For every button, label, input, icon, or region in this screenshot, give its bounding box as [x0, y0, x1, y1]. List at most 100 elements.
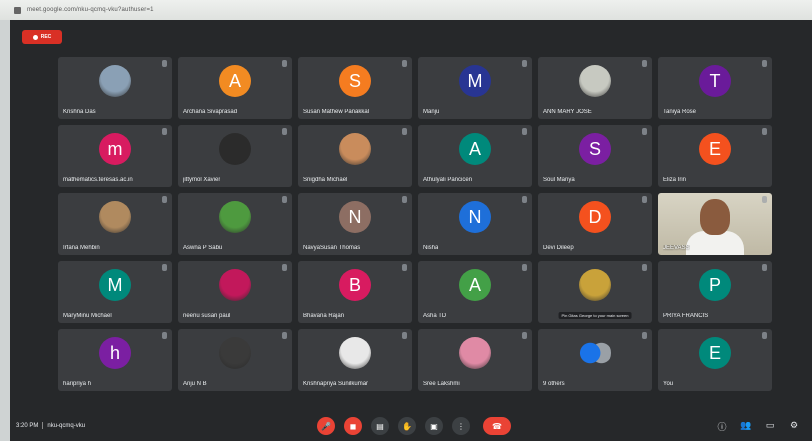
participant-tile[interactable]: 9 others: [538, 329, 652, 391]
participant-name: neenu susan paul: [183, 313, 231, 319]
avatar-photo: [339, 337, 371, 369]
participant-tile[interactable]: E You: [658, 329, 772, 391]
participant-name: Krishna Das: [63, 109, 96, 115]
mic-muted-icon: [402, 60, 407, 67]
participant-tile[interactable]: D Devi Dileep: [538, 193, 652, 255]
participant-tile[interactable]: P PRIYA FRANCIS: [658, 261, 772, 323]
participant-name: Athulyali Pancicen: [423, 177, 473, 183]
participant-name: Snigdha Michael: [303, 177, 348, 183]
participant-tile[interactable]: Irfana Mehbin: [58, 193, 172, 255]
participant-name: Krishnapriya Sunilkumar: [303, 381, 369, 387]
avatar-initial: A: [219, 65, 251, 97]
participant-tile[interactable]: A Archana Sivaprasad: [178, 57, 292, 119]
participant-tile[interactable]: S Susan Mathew Panakkal: [298, 57, 412, 119]
participant-name: 9 others: [543, 381, 565, 387]
participant-name: Eliza Irin: [663, 177, 687, 183]
participant-name: haripriya h: [63, 381, 92, 387]
bottom-toolbar: 3:20 PM nku-qcmq-vku 🎤 ◼ ▤ ✋ ▣ ⋮ ☎ ⓘ 👥 ▭ ⚙: [10, 411, 812, 441]
avatar-initial: m: [99, 133, 131, 165]
participant-name: jittymol Xavier: [183, 177, 221, 183]
mic-muted-icon: [522, 128, 527, 135]
mic-muted-icon: [762, 60, 767, 67]
participant-tile[interactable]: A Athulyali Pancicen: [418, 125, 532, 187]
activities-icon[interactable]: ⚙: [788, 420, 800, 432]
mic-muted-icon: [402, 332, 407, 339]
present-button[interactable]: ▣: [425, 417, 443, 435]
participant-tile[interactable]: m mathematics.teresas.ac.in: [58, 125, 172, 187]
participant-tile[interactable]: E Eliza Irin: [658, 125, 772, 187]
participant-tile[interactable]: M Manju: [418, 57, 532, 119]
mic-muted-icon: [762, 128, 767, 135]
participant-tile[interactable]: B Bhavana Rajan: [298, 261, 412, 323]
mic-muted-icon: [762, 196, 767, 203]
hangup-button[interactable]: ☎: [483, 417, 511, 435]
avatar-photo: [579, 65, 611, 97]
avatar-initial: A: [459, 133, 491, 165]
participant-name: JEEVASS: [663, 245, 690, 251]
mic-muted-icon: [522, 60, 527, 67]
avatar-initial: P: [699, 269, 731, 301]
captions-button[interactable]: ▤: [371, 417, 389, 435]
participant-tile[interactable]: ANN MARY JOSE: [538, 57, 652, 119]
mic-muted-icon: [522, 264, 527, 271]
pin-tooltip: Pin Gitas George to your main screen: [558, 312, 632, 319]
participant-name: Asha TD: [423, 313, 447, 319]
mic-muted-icon: [282, 264, 287, 271]
meeting-details[interactable]: 3:20 PM nku-qcmq-vku: [16, 422, 85, 429]
participant-tile[interactable]: Pin Gitas George to your main screen: [538, 261, 652, 323]
mic-muted-icon: [642, 60, 647, 67]
recording-badge: REC: [22, 30, 62, 44]
avatar-photo: [579, 269, 611, 301]
participant-name: Nisha: [423, 245, 439, 251]
chat-icon[interactable]: ▭: [764, 420, 776, 432]
avatar-photo: [219, 201, 251, 233]
participant-tile[interactable]: Sree Lakshmi: [418, 329, 532, 391]
avatar-initial: N: [459, 201, 491, 233]
participant-name: You: [663, 381, 674, 387]
people-icon[interactable]: 👥: [740, 420, 752, 432]
mic-muted-icon: [642, 128, 647, 135]
participant-name: Anju N B: [183, 381, 207, 387]
url-text[interactable]: meet.google.com/nku-qcmq-vku?authuser=1: [27, 7, 154, 13]
participant-name: Archana Sivaprasad: [183, 109, 238, 115]
participant-tile[interactable]: N Nisha: [418, 193, 532, 255]
camera-button[interactable]: ◼: [344, 417, 362, 435]
participant-tile[interactable]: N NavyaSusan Thomas: [298, 193, 412, 255]
avatar-initial: S: [579, 133, 611, 165]
participant-tile[interactable]: Krishnapriya Sunilkumar: [298, 329, 412, 391]
participant-name: Soul Mariya: [543, 177, 575, 183]
browser-address-bar[interactable]: meet.google.com/nku-qcmq-vku?authuser=1: [0, 0, 812, 20]
avatar-photo: [219, 337, 251, 369]
participant-tile[interactable]: M MaryMinu Michael: [58, 261, 172, 323]
participant-name: MaryMinu Michael: [63, 313, 112, 319]
hand-button[interactable]: ✋: [398, 417, 416, 435]
participant-name: Sree Lakshmi: [423, 381, 460, 387]
participant-tile[interactable]: T Taniya Rose: [658, 57, 772, 119]
group-avatar-icon: [579, 337, 611, 369]
participant-tile[interactable]: neenu susan paul: [178, 261, 292, 323]
participant-tile[interactable]: h haripriya h: [58, 329, 172, 391]
participant-tile[interactable]: S Soul Mariya: [538, 125, 652, 187]
current-time: 3:20 PM: [16, 423, 39, 430]
participant-name: Susan Mathew Panakkal: [303, 109, 370, 115]
mic-muted-icon: [642, 264, 647, 271]
participant-tile[interactable]: jittymol Xavier: [178, 125, 292, 187]
avatar-photo: [219, 133, 251, 165]
recording-label: REC: [40, 34, 52, 40]
avatar-photo: [459, 337, 491, 369]
info-icon[interactable]: ⓘ: [716, 420, 728, 433]
mic-muted-icon: [282, 128, 287, 135]
participant-tile[interactable]: Krishna Das: [58, 57, 172, 119]
participant-tile[interactable]: Snigdha Michael: [298, 125, 412, 187]
participant-tile[interactable]: Aswna P Sabu: [178, 193, 292, 255]
mic-button[interactable]: 🎤: [317, 417, 335, 435]
participant-tile[interactable]: A Asha TD: [418, 261, 532, 323]
divider: [42, 422, 44, 429]
raise-hand-icon: ✋: [402, 421, 412, 431]
participant-tile[interactable]: Anju N B: [178, 329, 292, 391]
participant-tile[interactable]: JEEVASS: [658, 193, 772, 255]
avatar-initial: T: [699, 65, 731, 97]
more-button[interactable]: ⋮: [452, 417, 470, 435]
avatar-initial: A: [459, 269, 491, 301]
camera-off-icon: ◼: [349, 421, 357, 431]
